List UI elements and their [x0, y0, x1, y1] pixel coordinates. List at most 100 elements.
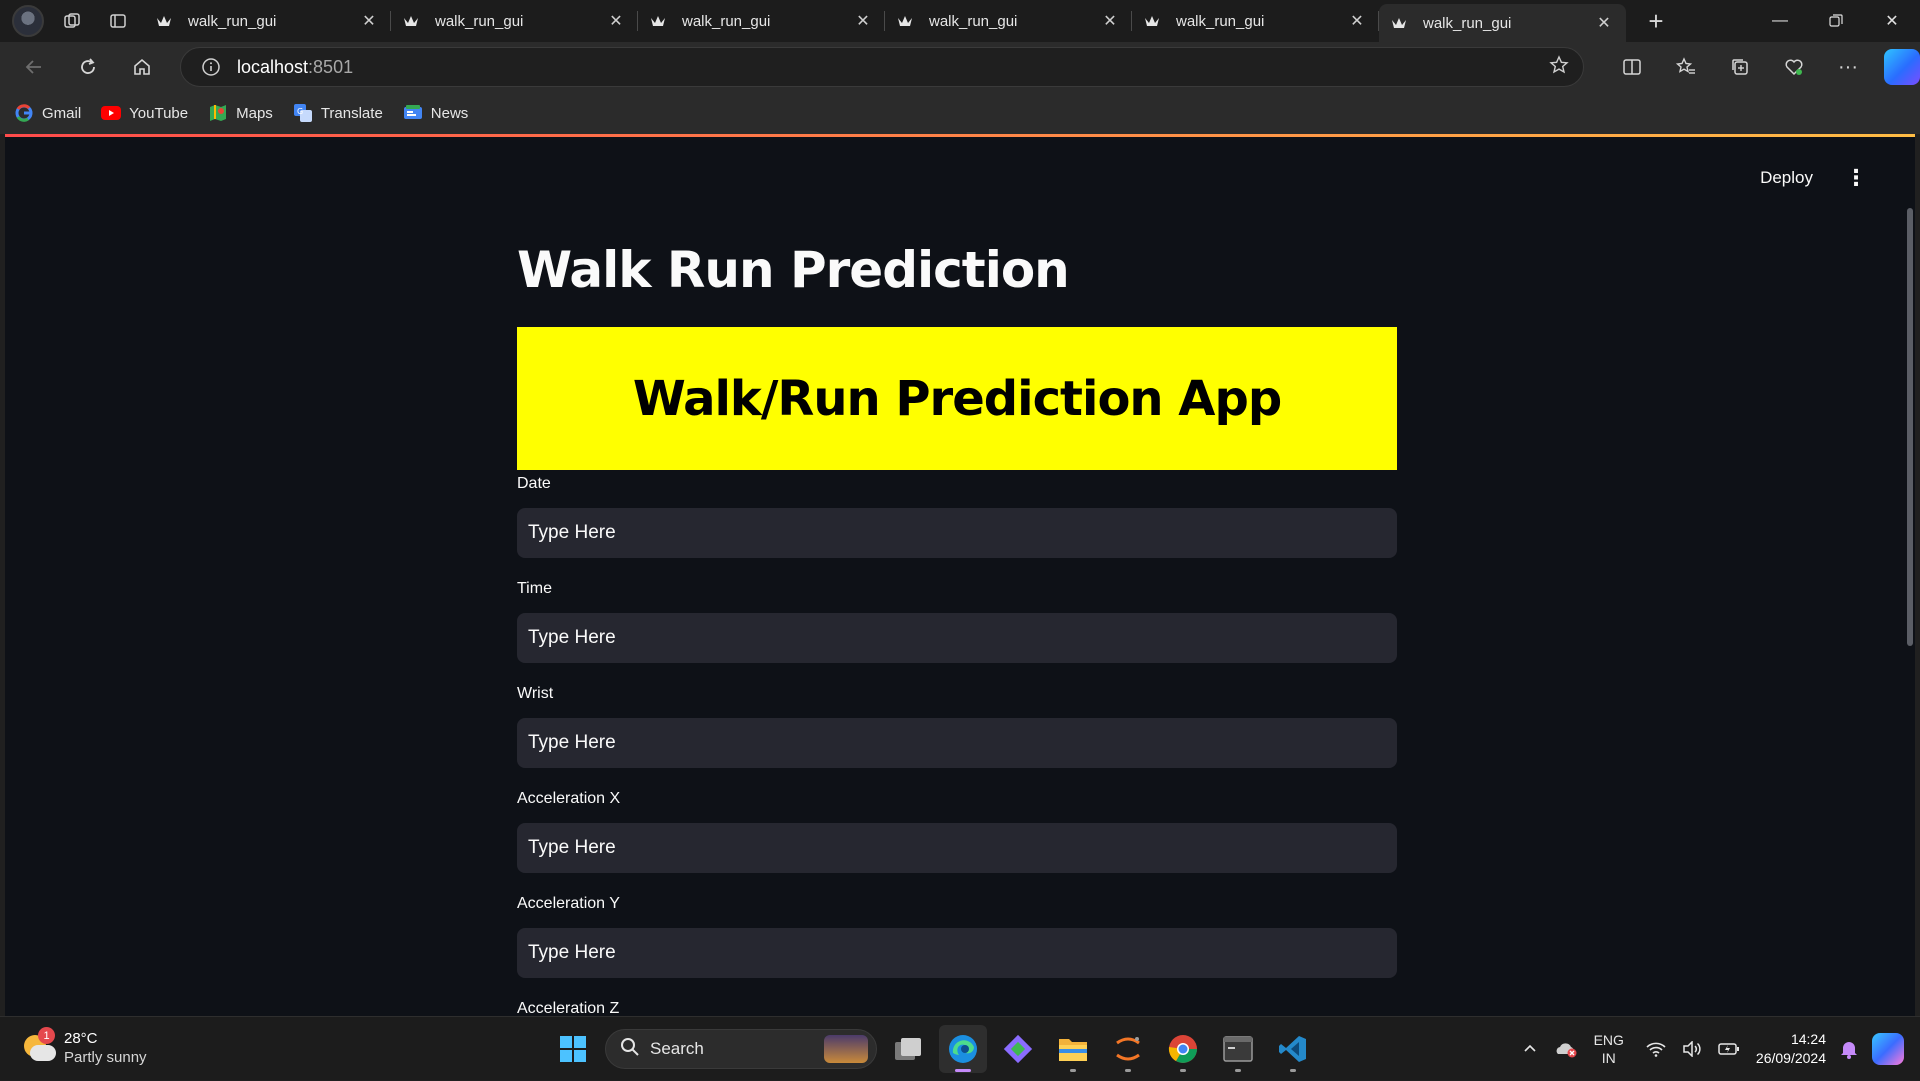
close-tab-icon[interactable]: ✕ [1100, 11, 1120, 31]
address-bar[interactable]: localhost:8501 [180, 47, 1584, 87]
browser-tab[interactable]: walk_run_gui ✕ [885, 0, 1132, 42]
restore-icon[interactable] [1808, 0, 1864, 42]
page-scrollbar[interactable] [1907, 208, 1913, 646]
chevron-up-icon[interactable] [1522, 1041, 1538, 1057]
terminal-icon[interactable] [1214, 1025, 1262, 1073]
volume-icon[interactable] [1682, 1041, 1702, 1057]
task-view-icon[interactable] [884, 1025, 932, 1073]
tab-title: walk_run_gui [1423, 14, 1512, 32]
copilot-taskbar-icon[interactable] [1872, 1033, 1904, 1065]
browser-tab[interactable]: walk_run_gui ✕ [144, 0, 391, 42]
back-arrow-icon[interactable] [14, 49, 54, 85]
weather-badge: 1 [38, 1027, 55, 1044]
notification-bell-icon[interactable] [1840, 1039, 1858, 1059]
tab-title: walk_run_gui [435, 12, 524, 30]
profile-avatar[interactable] [12, 5, 44, 37]
new-tab-button[interactable]: + [1636, 5, 1676, 37]
chrome-icon[interactable] [1159, 1025, 1207, 1073]
bookmark-news[interactable]: News [403, 103, 469, 123]
tab-title: walk_run_gui [929, 12, 1018, 30]
browser-tab[interactable]: walk_run_gui ✕ [1132, 0, 1379, 42]
taskbar-apps: Search [553, 1025, 1317, 1073]
favorite-star-icon[interactable] [1549, 54, 1569, 80]
wifi-icon[interactable] [1646, 1041, 1666, 1057]
browser-toolbar: localhost:8501 ··· [0, 42, 1920, 92]
home-icon[interactable] [122, 49, 162, 85]
acceleration-x-label: Acceleration X [517, 790, 621, 807]
close-tab-icon[interactable]: ✕ [606, 11, 626, 31]
maps-icon [208, 103, 228, 123]
bookmark-label: Gmail [42, 104, 82, 122]
copilot-icon[interactable] [1884, 49, 1920, 85]
bookmark-label: Maps [236, 104, 273, 122]
favorites-icon[interactable] [1666, 49, 1706, 85]
acceleration-y-input[interactable] [517, 928, 1397, 978]
browser-tab-active[interactable]: walk_run_gui ✕ [1379, 4, 1626, 42]
streamlit-crown-icon [1391, 15, 1407, 31]
wrist-input[interactable] [517, 718, 1397, 768]
collections-icon[interactable] [1720, 49, 1760, 85]
browser-essentials-icon[interactable] [1774, 49, 1814, 85]
browser-tab[interactable]: walk_run_gui ✕ [638, 0, 885, 42]
taskbar-search[interactable]: Search [605, 1029, 877, 1069]
close-tab-icon[interactable]: ✕ [853, 11, 873, 31]
acceleration-x-input[interactable] [517, 823, 1397, 873]
bookmark-youtube[interactable]: YouTube [101, 103, 188, 123]
system-clock[interactable]: 14:24 26/09/2024 [1756, 1030, 1826, 1068]
streamlit-crown-icon [403, 13, 419, 29]
tab-title: walk_run_gui [682, 12, 771, 30]
weather-temperature: 28°C [64, 1030, 98, 1047]
url-port: :8501 [308, 56, 354, 77]
close-tab-icon[interactable]: ✕ [1594, 13, 1614, 33]
close-window-icon[interactable]: ✕ [1864, 0, 1920, 42]
youtube-icon [101, 103, 122, 123]
app-banner: Walk/Run Prediction App [517, 327, 1397, 470]
vscode-icon[interactable] [1269, 1025, 1317, 1073]
file-explorer-icon[interactable] [1049, 1025, 1097, 1073]
bookmark-label: News [430, 104, 469, 122]
date-input[interactable] [517, 508, 1397, 558]
time-input[interactable] [517, 613, 1397, 663]
wrist-label: Wrist [517, 685, 554, 702]
bookmark-label: YouTube [129, 104, 189, 122]
bookmark-gmail[interactable]: Gmail [14, 103, 81, 123]
git-app-icon[interactable] [994, 1025, 1042, 1073]
main-menu-icon[interactable]: ⋮ [1841, 163, 1871, 193]
vertical-tabs-icon[interactable] [100, 5, 136, 37]
partly-sunny-icon: 1 [22, 1027, 56, 1065]
split-screen-icon[interactable] [1612, 49, 1652, 85]
onedrive-offline-icon[interactable] [1554, 1040, 1578, 1058]
refresh-icon[interactable] [68, 49, 108, 85]
site-info-icon[interactable] [189, 57, 233, 77]
search-highlight-image [824, 1035, 868, 1063]
deploy-button[interactable]: Deploy [1748, 162, 1825, 194]
clock-date: 26/09/2024 [1755, 1050, 1826, 1066]
windows-start-icon[interactable] [553, 1029, 593, 1069]
jupyter-icon[interactable] [1104, 1025, 1152, 1073]
acceleration-x-field-group: Acceleration X [517, 790, 1397, 873]
bookmark-translate[interactable]: G Translate [293, 103, 383, 123]
weather-condition: Partly sunny [64, 1049, 147, 1066]
minimize-icon[interactable]: — [1752, 0, 1808, 42]
time-field-group: Time [517, 580, 1397, 663]
battery-charging-icon[interactable] [1718, 1042, 1740, 1056]
acceleration-z-field-group: Acceleration Z [517, 1000, 1397, 1016]
edge-browser-icon[interactable] [939, 1025, 987, 1073]
clock-time: 14:24 [1790, 1031, 1826, 1047]
system-tray: ENG IN 14:24 26/09/2024 [1522, 1017, 1920, 1081]
search-icon [620, 1037, 640, 1062]
weather-widget[interactable]: 1 28°C Partly sunny [22, 1027, 147, 1067]
more-options-icon[interactable]: ··· [1828, 49, 1868, 85]
translate-icon: G [293, 103, 313, 123]
url-text: localhost:8501 [237, 57, 353, 78]
search-label: Search [650, 1039, 704, 1058]
language-indicator[interactable]: ENG IN [1594, 1031, 1624, 1067]
acceleration-z-label: Acceleration Z [517, 1000, 620, 1016]
workspaces-icon[interactable] [54, 5, 90, 37]
close-tab-icon[interactable]: ✕ [359, 11, 379, 31]
close-tab-icon[interactable]: ✕ [1347, 11, 1367, 31]
streamlit-crown-icon [1144, 13, 1160, 29]
acceleration-y-label: Acceleration Y [517, 895, 620, 912]
bookmark-maps[interactable]: Maps [208, 103, 273, 123]
browser-tab[interactable]: walk_run_gui ✕ [391, 0, 638, 42]
